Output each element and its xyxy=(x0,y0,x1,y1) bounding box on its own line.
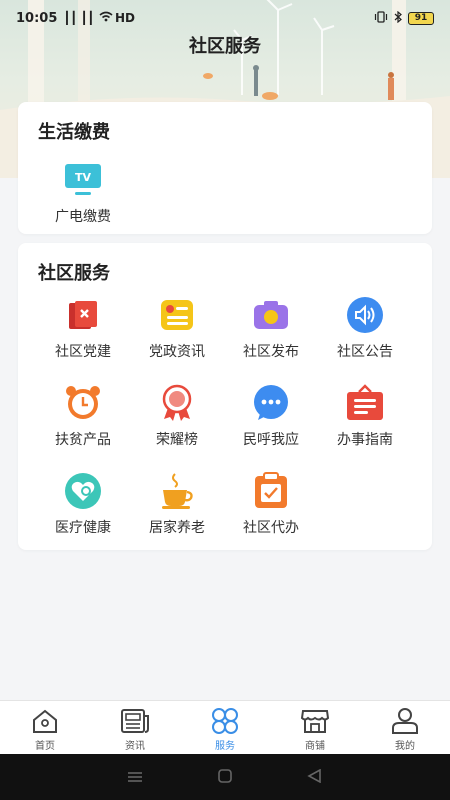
service-label: 社区公告 xyxy=(337,344,393,360)
newspaper-icon xyxy=(120,707,150,735)
tv-icon: TV xyxy=(63,160,103,200)
service-label: 扶贫产品 xyxy=(55,432,111,448)
camera-icon xyxy=(251,295,291,335)
tab-services[interactable]: 服务 xyxy=(180,701,270,754)
speaker-icon xyxy=(345,295,385,335)
bluetooth-icon xyxy=(394,10,402,26)
bill-item-label: 广电缴费 xyxy=(55,209,111,225)
wifi-icon xyxy=(99,11,113,26)
service-item-party-news[interactable]: 党政资讯 xyxy=(130,295,224,361)
page-title: 社区服务 xyxy=(189,36,261,57)
chat-bubble-icon xyxy=(251,383,291,423)
service-item-community-agency[interactable]: 社区代办 xyxy=(224,471,318,537)
bills-card: 生活缴费 TV 广电缴费 xyxy=(18,102,432,234)
service-label: 社区发布 xyxy=(243,344,299,360)
service-item-community-notice[interactable]: 社区公告 xyxy=(318,295,412,361)
service-label: 民呼我应 xyxy=(243,432,299,448)
svg-text:TV: TV xyxy=(75,171,92,184)
service-item-poverty-products[interactable]: 扶贫产品 xyxy=(36,383,130,449)
menu-icon[interactable] xyxy=(127,768,143,787)
bills-section-title: 生活缴费 xyxy=(38,122,110,143)
service-item-honor-roll[interactable]: 荣耀榜 xyxy=(130,383,224,449)
service-label: 荣耀榜 xyxy=(156,432,198,448)
tea-cup-icon xyxy=(157,471,197,511)
service-item-community-post[interactable]: 社区发布 xyxy=(224,295,318,361)
tab-label: 商铺 xyxy=(305,741,325,752)
service-item-party-building[interactable]: 社区党建 xyxy=(36,295,130,361)
party-building-icon xyxy=(63,295,103,335)
alarm-clock-icon xyxy=(63,383,103,423)
medal-icon xyxy=(157,383,197,423)
vibrate-icon xyxy=(374,10,388,26)
service-label: 社区党建 xyxy=(55,344,111,360)
service-item-public-response[interactable]: 民呼我应 xyxy=(224,383,318,449)
service-label: 社区代办 xyxy=(243,520,299,536)
battery-indicator: 91 xyxy=(408,11,434,25)
service-label: 医疗健康 xyxy=(55,520,111,536)
tab-label: 资讯 xyxy=(125,741,145,752)
status-time: 10:05 xyxy=(16,10,58,26)
tab-profile[interactable]: 我的 xyxy=(360,701,450,754)
service-item-healthcare[interactable]: 医疗健康 xyxy=(36,471,130,537)
status-bar: 10:05 ┃┃ ┃┃ HD 91 xyxy=(0,0,450,36)
store-icon xyxy=(300,707,330,735)
back-icon[interactable] xyxy=(307,768,323,787)
tab-label: 首页 xyxy=(35,741,55,752)
home-button-icon[interactable] xyxy=(217,768,233,787)
tab-label: 我的 xyxy=(395,741,415,752)
system-navigation-bar xyxy=(0,754,450,800)
bottom-tab-bar: 首页 资讯 服务 商铺 我的 xyxy=(0,700,450,754)
hd-indicator: HD xyxy=(114,11,135,25)
service-label: 办事指南 xyxy=(337,432,393,448)
service-grid-icon xyxy=(210,707,240,735)
service-label: 党政资讯 xyxy=(149,344,205,360)
tab-label: 服务 xyxy=(215,741,235,752)
services-card: 社区服务 社区党建 党政资讯 社区发布 社区公告 扶贫产品 荣耀榜 民呼我应 办… xyxy=(18,243,432,550)
bill-item-cable-tv[interactable]: TV 广电缴费 xyxy=(36,160,130,226)
signal-icon: ┃┃ ┃┃ xyxy=(63,11,94,25)
service-item-home-elderly-care[interactable]: 居家养老 xyxy=(130,471,224,537)
signboard-icon xyxy=(345,383,385,423)
profile-icon xyxy=(390,707,420,735)
health-heart-icon xyxy=(63,471,103,511)
tab-news[interactable]: 资讯 xyxy=(90,701,180,754)
clipboard-icon xyxy=(251,471,291,511)
tab-stores[interactable]: 商铺 xyxy=(270,701,360,754)
service-item-service-guide[interactable]: 办事指南 xyxy=(318,383,412,449)
home-icon xyxy=(30,707,60,735)
service-label: 居家养老 xyxy=(149,520,205,536)
party-news-icon xyxy=(157,295,197,335)
tab-home[interactable]: 首页 xyxy=(0,701,90,754)
services-section-title: 社区服务 xyxy=(38,263,110,284)
